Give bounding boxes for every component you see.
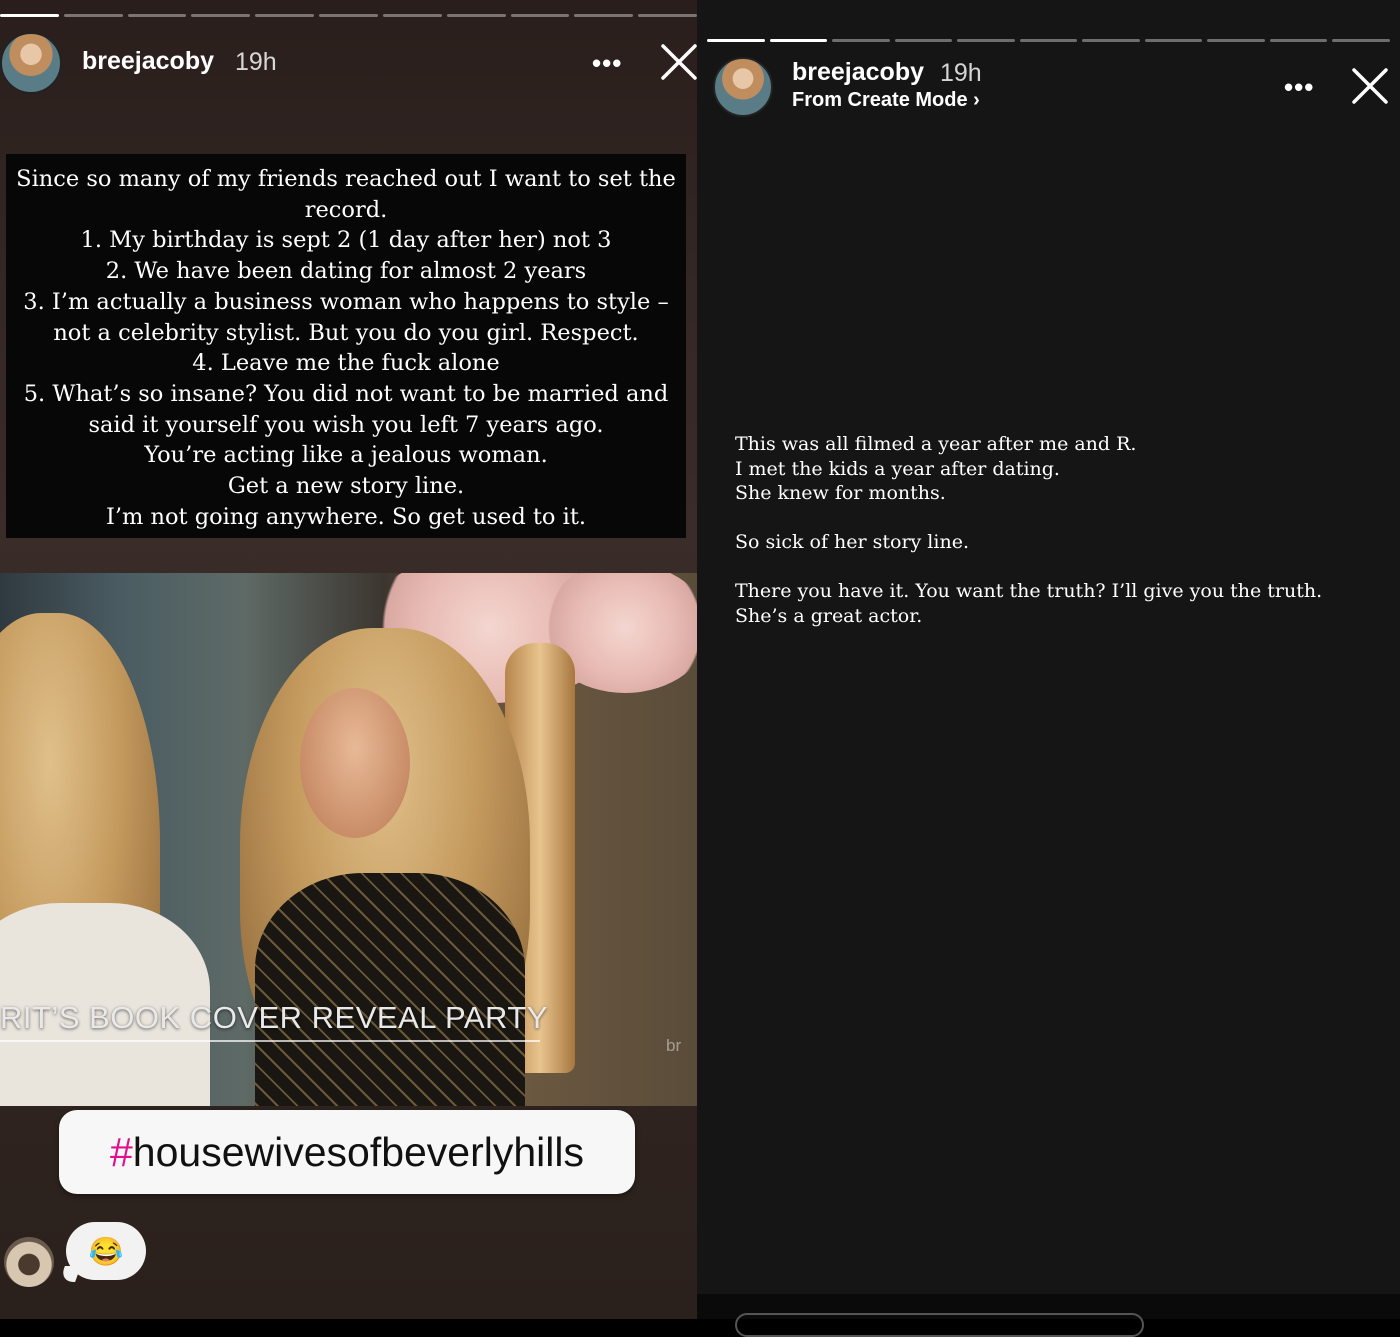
progress-segment [707, 39, 765, 42]
story-text-note: Since so many of my friends reached out … [6, 154, 686, 538]
username[interactable]: breejacoby [82, 47, 214, 76]
progress-segment [638, 14, 697, 17]
progress-segment [894, 39, 953, 42]
story-right[interactable]: breejacoby 19h From Create Mode › ••• [697, 0, 1400, 1319]
progress-segment [769, 39, 828, 42]
progress-segment [1207, 39, 1265, 42]
progress-segment [1082, 39, 1140, 42]
story-progress-bar [707, 39, 1391, 42]
avatar[interactable] [713, 57, 773, 117]
progress-segment [1269, 39, 1328, 42]
progress-segment [127, 14, 187, 17]
progress-segment [1144, 39, 1203, 42]
username[interactable]: breejacoby [792, 58, 924, 87]
story-progress-bar [0, 14, 697, 17]
tv-network-bug: br [666, 1036, 682, 1055]
progress-segment [957, 39, 1015, 42]
hashtag-symbol: # [109, 1128, 133, 1175]
person-face [300, 688, 410, 838]
progress-segment [0, 14, 59, 17]
reply-input[interactable] [735, 1313, 1144, 1337]
tv-caption: RIT’S BOOK COVER REVEAL PARTY [0, 1000, 548, 1035]
progress-segment [382, 14, 442, 17]
story-left[interactable]: breejacoby 19h ••• Since so many of my f… [0, 0, 697, 1319]
progress-segment [446, 14, 506, 17]
progress-segment [832, 39, 890, 42]
post-time: 19h [940, 59, 982, 87]
tv-caption-line [0, 1040, 540, 1042]
hashtag-sticker[interactable]: # housewivesofbeverlyhills [59, 1110, 635, 1194]
post-time: 19h [235, 48, 277, 76]
close-icon[interactable] [1352, 68, 1388, 104]
progress-segment [319, 14, 378, 17]
more-options-icon[interactable]: ••• [592, 48, 622, 79]
progress-segment [574, 14, 634, 17]
create-mode-link[interactable]: From Create Mode › [792, 89, 980, 112]
progress-segment [1019, 39, 1078, 42]
progress-segment [191, 14, 251, 17]
story-text: This was all filmed a year after me and … [735, 433, 1323, 627]
hashtag-text: housewivesofbeverlyhills [132, 1128, 585, 1175]
more-options-icon[interactable]: ••• [1284, 72, 1314, 103]
progress-segment [255, 14, 315, 17]
progress-segment [1332, 39, 1391, 42]
progress-segment [63, 14, 123, 17]
reaction-bubble[interactable]: 😂 [66, 1222, 146, 1280]
close-icon[interactable] [661, 44, 697, 80]
progress-segment [510, 14, 570, 17]
avatar[interactable] [0, 32, 62, 94]
sequin-dress [255, 873, 525, 1106]
reply-avatar[interactable] [4, 1237, 54, 1287]
